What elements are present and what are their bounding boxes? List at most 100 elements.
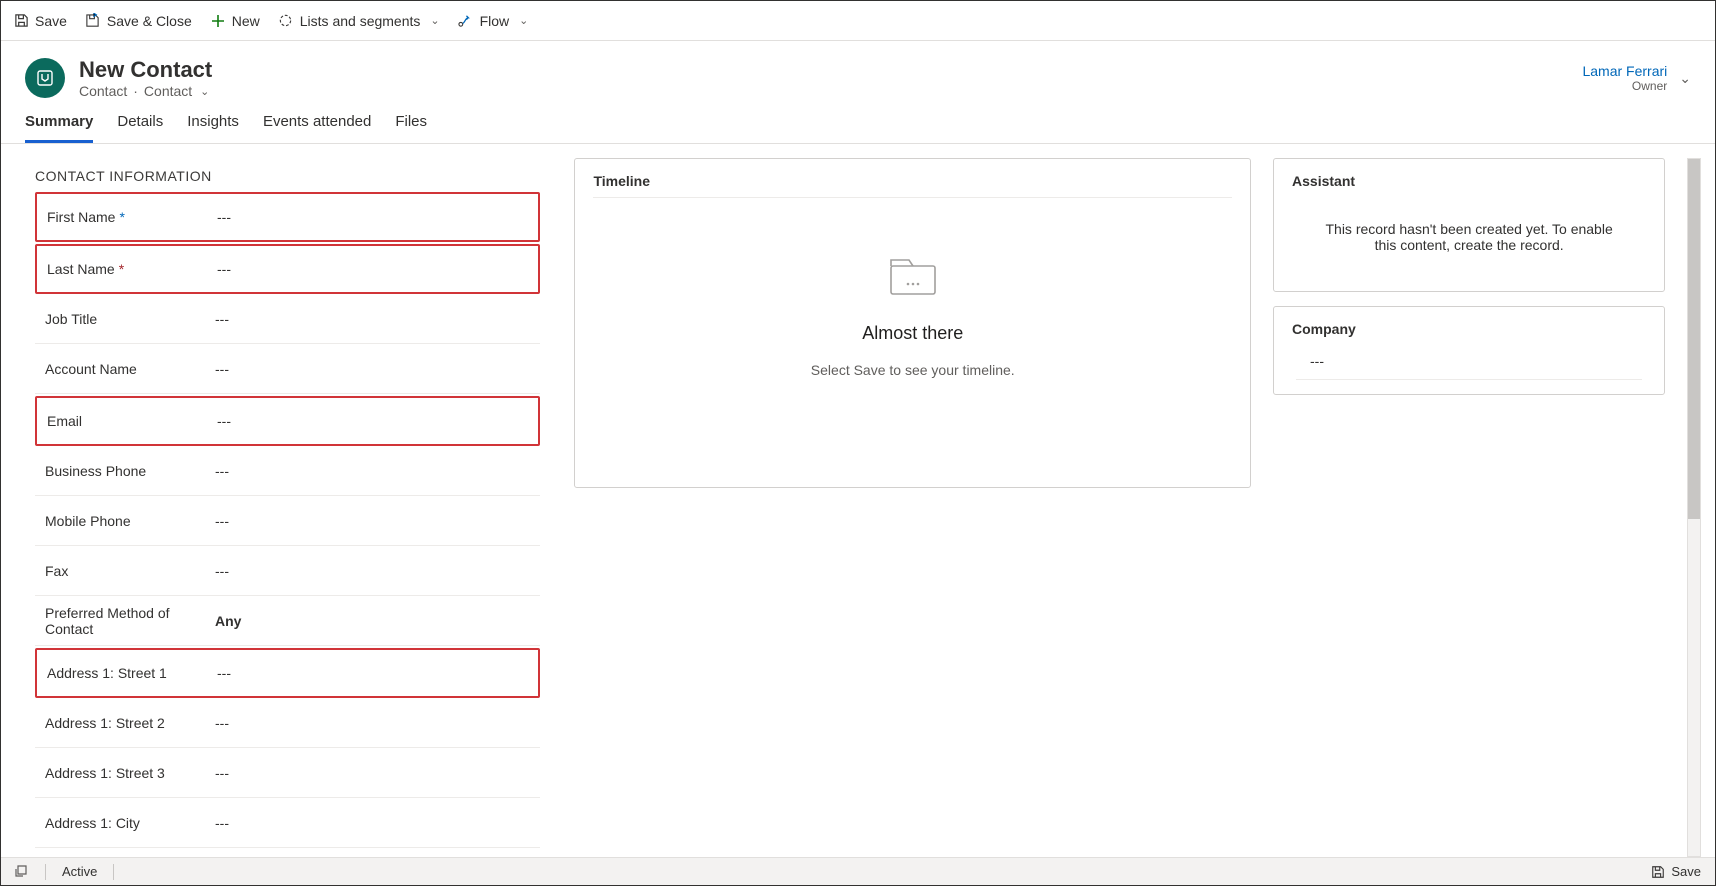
- vertical-scrollbar[interactable]: [1687, 158, 1701, 857]
- form-name: Contact: [144, 83, 192, 99]
- lists-icon: [278, 13, 294, 29]
- section-heading: CONTACT INFORMATION: [23, 158, 552, 192]
- field-label: Preferred Method of Contact: [45, 605, 215, 637]
- form-selector[interactable]: Contact ⌄: [144, 83, 209, 99]
- timeline-column: Timeline Almost there Select Save to see…: [574, 158, 1251, 857]
- form-row: Email ---: [35, 396, 540, 446]
- footer-save-button[interactable]: Save: [1651, 864, 1701, 879]
- field-label: Address 1: Street 1: [47, 665, 217, 681]
- save-close-icon: [85, 13, 101, 29]
- company-value[interactable]: ---: [1296, 347, 1642, 380]
- required-marker: *: [119, 261, 124, 277]
- tab-details[interactable]: Details: [117, 113, 163, 143]
- lists-label: Lists and segments: [300, 13, 421, 29]
- field-value[interactable]: ---: [217, 665, 528, 681]
- field-value[interactable]: ---: [215, 765, 530, 781]
- page-title: New Contact: [79, 57, 212, 83]
- entity-label: Contact: [79, 83, 127, 99]
- form-row: Address 1: Street 2---: [35, 698, 540, 748]
- field-label-text: Business Phone: [45, 463, 146, 479]
- flow-button[interactable]: Flow ⌄: [458, 13, 529, 29]
- save-icon: [13, 13, 29, 29]
- field-value[interactable]: ---: [217, 261, 528, 277]
- divider: [45, 864, 46, 880]
- status-text: Active: [62, 864, 97, 879]
- timeline-message: Select Save to see your timeline.: [811, 362, 1015, 378]
- field-label: First Name*: [47, 209, 217, 225]
- timeline-card: Timeline Almost there Select Save to see…: [574, 158, 1251, 488]
- field-value[interactable]: ---: [215, 311, 530, 327]
- timeline-heading: Almost there: [862, 323, 963, 344]
- field-label: Address 1: Street 3: [45, 765, 215, 781]
- field-label-text: Preferred Method of Contact: [45, 605, 215, 637]
- field-value[interactable]: ---: [217, 413, 528, 429]
- form-row: First Name*---: [35, 192, 540, 242]
- form-row: Last Name*---: [35, 244, 540, 294]
- assistant-card: Assistant This record hasn't been create…: [1273, 158, 1665, 292]
- owner-link[interactable]: Lamar Ferrari: [1582, 63, 1667, 79]
- field-label-text: Address 1: Street 3: [45, 765, 165, 781]
- save-button[interactable]: Save: [13, 13, 67, 29]
- assistant-title: Assistant: [1292, 173, 1646, 197]
- field-label: Last Name*: [47, 261, 217, 277]
- field-label-text: Job Title: [45, 311, 97, 327]
- field-label: Account Name: [45, 361, 215, 377]
- save-label: Save: [35, 13, 67, 29]
- field-label-text: Account Name: [45, 361, 137, 377]
- field-label: Email: [47, 413, 217, 429]
- field-value[interactable]: ---: [215, 463, 530, 479]
- field-value[interactable]: ---: [215, 815, 530, 831]
- tab-events-attended[interactable]: Events attended: [263, 113, 371, 143]
- footer-save-label: Save: [1671, 864, 1701, 879]
- tab-insights[interactable]: Insights: [187, 113, 239, 143]
- field-label-text: First Name: [47, 209, 115, 225]
- field-label-text: Email: [47, 413, 82, 429]
- main-content: CONTACT INFORMATION First Name*---Last N…: [1, 144, 1715, 857]
- form-row: Business Phone ---: [35, 446, 540, 496]
- form-row: Address 1: Street 1---: [35, 648, 540, 698]
- tab-files[interactable]: Files: [395, 113, 427, 143]
- form-row: Mobile Phone ---: [35, 496, 540, 546]
- command-bar: Save Save & Close New Lists and segments…: [1, 1, 1715, 41]
- flow-label: Flow: [480, 13, 510, 29]
- form-tabs: Summary Details Insights Events attended…: [1, 99, 1715, 144]
- new-label: New: [232, 13, 260, 29]
- field-value[interactable]: ---: [215, 563, 530, 579]
- breadcrumb: Contact · Contact ⌄: [79, 83, 212, 99]
- tab-summary[interactable]: Summary: [25, 113, 93, 143]
- expand-header-button[interactable]: ⌄: [1679, 70, 1691, 87]
- chevron-down-icon: ⌄: [519, 14, 528, 27]
- field-label-text: Last Name: [47, 261, 115, 277]
- right-panel: Assistant This record hasn't been create…: [1273, 158, 1665, 857]
- folder-icon: [885, 254, 941, 301]
- save-close-button[interactable]: Save & Close: [85, 13, 192, 29]
- plus-icon: [210, 13, 226, 29]
- field-value[interactable]: Any: [215, 613, 530, 629]
- popout-icon[interactable]: [15, 863, 29, 880]
- new-button[interactable]: New: [210, 13, 260, 29]
- scrollbar-thumb[interactable]: [1688, 159, 1700, 519]
- form-row: Fax ---: [35, 546, 540, 596]
- field-label: Mobile Phone: [45, 513, 215, 529]
- field-value[interactable]: ---: [215, 715, 530, 731]
- field-value[interactable]: ---: [217, 209, 528, 225]
- field-value[interactable]: ---: [215, 361, 530, 377]
- owner-role-label: Owner: [1582, 79, 1667, 93]
- field-label-text: Fax: [45, 563, 68, 579]
- lists-segments-button[interactable]: Lists and segments ⌄: [278, 13, 440, 29]
- flow-icon: [458, 13, 474, 29]
- record-header: New Contact Contact · Contact ⌄ Lamar Fe…: [1, 41, 1715, 99]
- divider: [113, 864, 114, 880]
- status-bar: Active Save: [1, 857, 1715, 885]
- assistant-message: This record hasn't been created yet. To …: [1292, 197, 1646, 277]
- entity-avatar: [25, 58, 65, 98]
- form-row: Preferred Method of ContactAny: [35, 596, 540, 646]
- field-label-text: Address 1: City: [45, 815, 140, 831]
- field-label: Fax: [45, 563, 215, 579]
- contact-info-panel: CONTACT INFORMATION First Name*---Last N…: [23, 158, 552, 857]
- field-label-text: Mobile Phone: [45, 513, 131, 529]
- field-value[interactable]: ---: [215, 513, 530, 529]
- timeline-title: Timeline: [593, 173, 1232, 198]
- form-row: Address 1: City ---: [35, 798, 540, 848]
- field-label: Job Title: [45, 311, 215, 327]
